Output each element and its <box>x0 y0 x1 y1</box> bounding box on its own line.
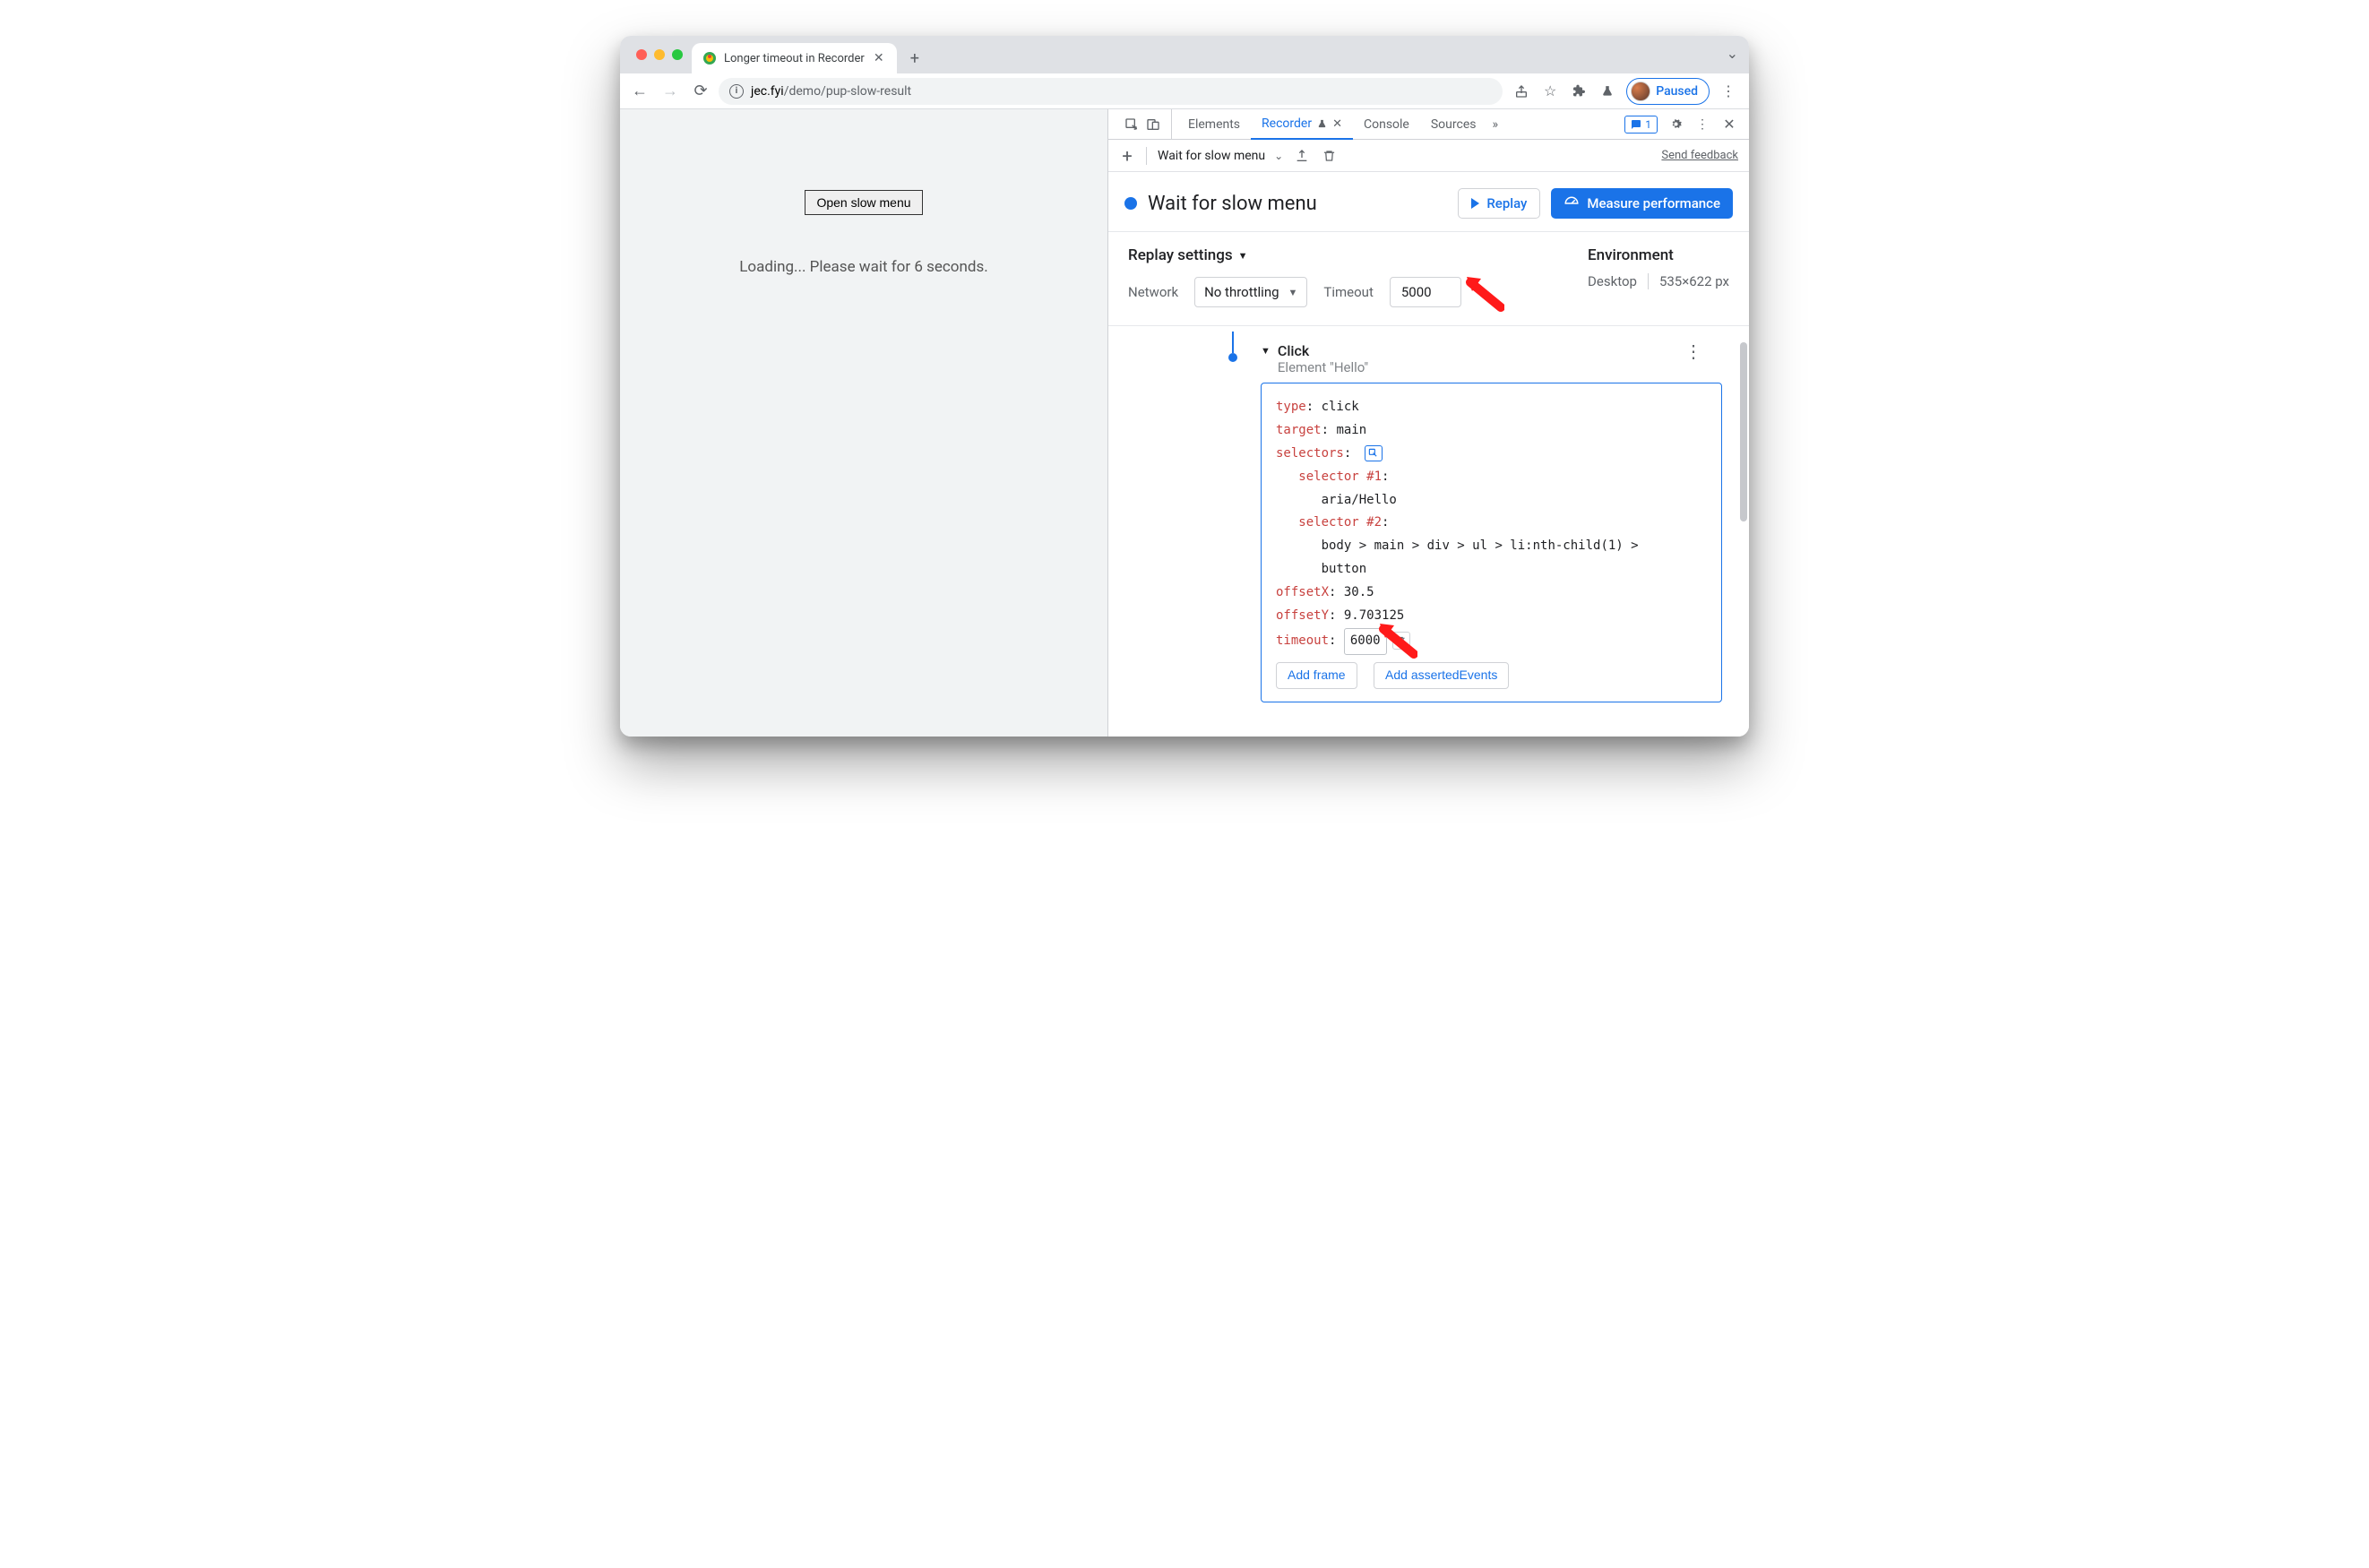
recording-selector[interactable]: Wait for slow menu ⌄ <box>1158 149 1283 163</box>
recording-indicator-icon <box>1124 197 1137 210</box>
avatar-icon <box>1631 82 1650 101</box>
step-dot-icon <box>1228 353 1237 362</box>
flask-icon <box>1317 118 1327 130</box>
step-header[interactable]: ▼ Click Element "Hello" <box>1261 342 1722 375</box>
caret-down-icon: ▼ <box>1288 287 1298 298</box>
delete-recording-icon[interactable] <box>1321 148 1337 164</box>
step-block: ⋮ ▼ Click Element "Hello" type: click ta… <box>1261 342 1722 702</box>
reload-button[interactable]: ⟳ <box>688 79 713 104</box>
device-toggle-icon[interactable] <box>1144 116 1162 134</box>
divider <box>1146 147 1147 165</box>
tab-strip: Longer timeout in Recorder ✕ + ⌄ <box>620 36 1749 73</box>
rendered-page: Open slow menu Loading... Please wait fo… <box>620 109 1108 737</box>
address-bar[interactable]: i jec.fyi/demo/pup-slow-result <box>719 78 1503 105</box>
recording-title: Wait for slow menu <box>1148 193 1447 215</box>
timeout-input[interactable]: 5000 <box>1390 277 1461 307</box>
play-icon <box>1471 198 1479 209</box>
devtools-close-icon[interactable]: ✕ <box>1720 116 1738 133</box>
forward-button[interactable]: → <box>658 79 683 104</box>
tab-close-icon[interactable]: ✕ <box>1332 117 1342 131</box>
feedback-icon <box>1631 119 1641 130</box>
tab-title: Longer timeout in Recorder <box>724 52 865 65</box>
caret-down-icon: ▼ <box>1261 345 1271 357</box>
tab-recorder[interactable]: Recorder ✕ <box>1251 109 1353 140</box>
chevron-down-icon: ⌄ <box>1274 150 1283 162</box>
new-tab-button[interactable]: + <box>902 46 927 71</box>
network-label: Network <box>1128 284 1178 300</box>
settings-icon[interactable] <box>1667 116 1684 134</box>
environment-box: Environment Desktop 535×622 px <box>1588 246 1729 289</box>
site-info-icon[interactable]: i <box>729 84 744 99</box>
toolbar-right: ☆ Paused ⋮ <box>1508 78 1742 105</box>
inspect-icon[interactable] <box>1123 116 1141 134</box>
open-slow-menu-button[interactable]: Open slow menu <box>805 190 922 215</box>
content-area: Open slow menu Loading... Please wait fo… <box>620 109 1749 737</box>
window-minimize-icon[interactable] <box>654 49 665 60</box>
step-detail-box: type: click target: main selectors: sele… <box>1261 383 1722 702</box>
measure-performance-button[interactable]: Measure performance <box>1551 188 1733 219</box>
browser-window: Longer timeout in Recorder ✕ + ⌄ ← → ⟳ i… <box>620 36 1749 737</box>
window-zoom-icon[interactable] <box>672 49 683 60</box>
environment-size: 535×622 px <box>1659 273 1729 289</box>
step-subtitle: Element "Hello" <box>1278 359 1368 375</box>
tab-console[interactable]: Console <box>1353 109 1420 139</box>
step-rail <box>1232 332 1234 353</box>
gauge-icon <box>1564 195 1580 211</box>
replay-settings-heading[interactable]: Replay settings ▼ <box>1128 246 1552 264</box>
environment-device: Desktop <box>1588 273 1649 289</box>
back-button[interactable]: ← <box>627 79 652 104</box>
browser-tab[interactable]: Longer timeout in Recorder ✕ <box>692 43 897 73</box>
tab-sources[interactable]: Sources <box>1420 109 1487 139</box>
replay-settings-row: Replay settings ▼ Network No throttling … <box>1108 232 1749 326</box>
devtools-tabs: Elements Recorder ✕ Console Sources » 1 <box>1108 109 1749 140</box>
labs-icon[interactable] <box>1598 82 1617 101</box>
browser-toolbar: ← → ⟳ i jec.fyi/demo/pup-slow-result ☆ P… <box>620 73 1749 109</box>
recorder-header-bar: + Wait for slow menu ⌄ Send feedback <box>1108 140 1749 172</box>
send-feedback-link[interactable]: Send feedback <box>1661 149 1738 162</box>
favicon-icon <box>702 51 717 65</box>
browser-menu-icon[interactable]: ⋮ <box>1719 82 1738 101</box>
profile-paused-chip[interactable]: Paused <box>1626 78 1710 105</box>
steps-area: ⋮ ▼ Click Element "Hello" type: click ta… <box>1108 326 1749 737</box>
selector-picker-icon[interactable] <box>1365 445 1383 461</box>
step-timeout-input[interactable]: 6000 <box>1344 628 1387 655</box>
loading-text: Loading... Please wait for 6 seconds. <box>620 258 1107 276</box>
network-throttling-dropdown[interactable]: No throttling ▼ <box>1194 277 1307 307</box>
devtools-panel: Elements Recorder ✕ Console Sources » 1 <box>1108 109 1749 737</box>
add-frame-button[interactable]: Add frame <box>1276 662 1357 689</box>
bookmark-icon[interactable]: ☆ <box>1540 82 1560 101</box>
window-close-icon[interactable] <box>636 49 647 60</box>
step-menu-icon[interactable]: ⋮ <box>1684 340 1702 362</box>
add-asserted-events-button[interactable]: Add assertedEvents <box>1374 662 1509 689</box>
issues-chip[interactable]: 1 <box>1624 116 1658 134</box>
paused-label: Paused <box>1656 84 1698 99</box>
url-text: jec.fyi/demo/pup-slow-result <box>751 84 911 99</box>
share-icon[interactable] <box>1512 82 1531 101</box>
new-recording-button[interactable]: + <box>1119 145 1135 167</box>
step-title: Click <box>1278 342 1368 359</box>
replay-button[interactable]: Replay <box>1458 188 1540 219</box>
extensions-icon[interactable] <box>1569 82 1589 101</box>
caret-down-icon: ▼ <box>1238 250 1248 262</box>
devtools-menu-icon[interactable]: ⋮ <box>1693 116 1711 134</box>
timeout-label: Timeout <box>1323 284 1373 300</box>
environment-heading: Environment <box>1588 246 1729 264</box>
window-controls <box>631 36 692 73</box>
tab-overflow-icon[interactable]: ⌄ <box>1727 45 1738 62</box>
tab-elements[interactable]: Elements <box>1177 109 1251 139</box>
tab-close-icon[interactable]: ✕ <box>872 51 886 65</box>
delete-property-icon[interactable] <box>1392 632 1410 650</box>
export-icon[interactable] <box>1294 148 1310 164</box>
tab-overflow-icon[interactable]: » <box>1486 109 1503 139</box>
recording-title-row: Wait for slow menu Replay Measure perfor… <box>1108 172 1749 232</box>
